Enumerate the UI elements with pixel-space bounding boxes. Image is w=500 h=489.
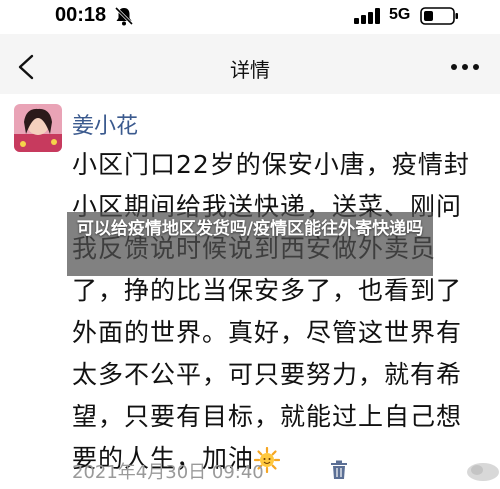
status-time: 00:18 — [55, 4, 107, 26]
author-name[interactable]: 姜小花 — [72, 108, 138, 140]
post-timestamp: 2021年4月30日 09:40 — [72, 462, 264, 483]
overlay-caption: 可以给疫情地区发货吗/疫情区能往外寄快递吗 — [76, 219, 424, 239]
network-type: 5G — [389, 6, 411, 23]
avatar[interactable] — [14, 104, 62, 152]
more-dots-icon[interactable] — [450, 62, 480, 72]
page-title: 详情 — [230, 58, 270, 82]
bell-muted-icon — [114, 6, 134, 26]
navigation-bar: 详情 — [0, 34, 500, 94]
trash-icon[interactable] — [330, 460, 348, 480]
post-text: 小区门口22岁的保安小唐，疫情封小区期间给我送快递，送菜、刚问我反馈说时候说到西… — [72, 144, 482, 480]
caption-overlay: 可以给疫情地区发货吗/疫情区能往外寄快递吗 — [67, 212, 433, 276]
post-body: 小区门口22岁的保安小唐，疫情封小区期间给我送快递，送菜、刚问我反馈说时候说到西… — [72, 150, 470, 473]
battery-icon — [420, 7, 458, 25]
watermark-logo — [467, 463, 499, 481]
signal-icon — [354, 8, 380, 24]
post-detail: 姜小花 小区门口22岁的保安小唐，疫情封小区期间给我送快递，送菜、刚问我反馈说时… — [0, 94, 500, 489]
status-bar: 00:18 5G — [0, 0, 500, 34]
